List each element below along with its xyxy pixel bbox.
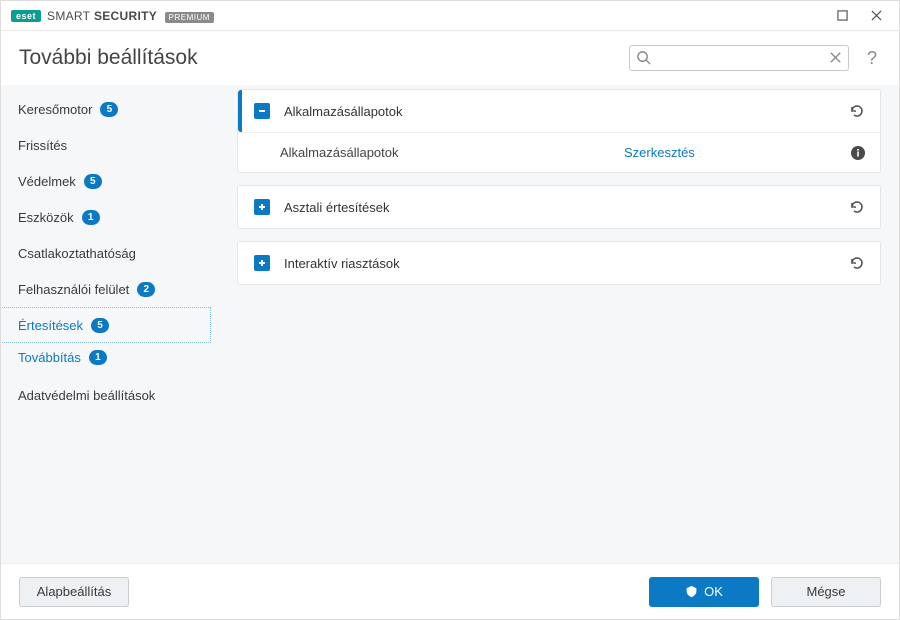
ok-label: OK — [704, 584, 723, 599]
badge: 5 — [84, 174, 102, 189]
expand-icon — [254, 255, 270, 271]
row-label: Alkalmazásállapotok — [280, 145, 610, 160]
brand: eset SMART SECURITY PREMIUM — [11, 9, 214, 23]
app-window: eset SMART SECURITY PREMIUM További beál… — [0, 0, 900, 620]
sidebar-item-label: Eszközök — [18, 210, 74, 225]
sidebar-item-tovabbitas[interactable]: Továbbítás 1 — [1, 343, 211, 371]
panel-title: Asztali értesítések — [284, 200, 834, 215]
ok-button[interactable]: OK — [649, 577, 759, 607]
sidebar-item-label: Adatvédelmi beállítások — [18, 388, 155, 403]
panel-row: Alkalmazásállapotok Szerkesztés — [238, 132, 880, 172]
undo-icon[interactable] — [848, 198, 866, 216]
window-maximize-button[interactable] — [825, 2, 859, 30]
collapse-icon — [254, 103, 270, 119]
window-close-button[interactable] — [859, 2, 893, 30]
help-button[interactable]: ? — [861, 48, 883, 69]
badge: 5 — [100, 102, 118, 117]
search-icon — [636, 50, 651, 65]
sidebar-item-frissites[interactable]: Frissítés — [1, 127, 211, 163]
titlebar: eset SMART SECURITY PREMIUM — [1, 1, 899, 31]
main-content: Alkalmazásállapotok Alkalmazásállapotok … — [219, 85, 899, 563]
expand-icon — [254, 199, 270, 215]
clear-search-icon[interactable] — [828, 50, 843, 65]
sidebar-item-label: Továbbítás — [18, 350, 81, 365]
panel-interaktiv-riasztasok: Interaktív riasztások — [237, 241, 881, 285]
panel-alkalmazasallapotok: Alkalmazásállapotok Alkalmazásállapotok … — [237, 89, 881, 173]
body: Keresőmotor 5 Frissítés Védelmek 5 Eszkö… — [1, 85, 899, 563]
sidebar-item-ertesitesek[interactable]: Értesítések 5 — [1, 307, 211, 343]
panel-header[interactable]: Alkalmazásállapotok — [238, 90, 880, 132]
panel-header[interactable]: Asztali értesítések — [238, 186, 880, 228]
sidebar-item-keresomotor[interactable]: Keresőmotor 5 — [1, 91, 211, 127]
page-title: További beállítások — [19, 46, 617, 70]
default-button[interactable]: Alapbeállítás — [19, 577, 129, 607]
sidebar-item-vedelmek[interactable]: Védelmek 5 — [1, 163, 211, 199]
badge: 1 — [89, 350, 107, 365]
sidebar-item-label: Értesítések — [18, 318, 83, 333]
undo-icon[interactable] — [848, 254, 866, 272]
sidebar-item-label: Frissítés — [18, 138, 67, 153]
badge: 2 — [137, 282, 155, 297]
brand-badge: eset — [11, 10, 41, 22]
panel-header[interactable]: Interaktív riasztások — [238, 242, 880, 284]
sidebar-item-label: Csatlakoztathatóság — [18, 246, 136, 261]
sidebar-item-eszkozok[interactable]: Eszközök 1 — [1, 199, 211, 235]
panel-title: Alkalmazásállapotok — [284, 104, 834, 119]
search-box — [629, 45, 849, 71]
header-row: További beállítások ? — [1, 31, 899, 85]
info-icon[interactable] — [850, 145, 866, 161]
undo-icon[interactable] — [848, 102, 866, 120]
sidebar-item-label: Keresőmotor — [18, 102, 92, 117]
brand-text: SMART SECURITY PREMIUM — [47, 9, 214, 23]
sidebar-item-label: Felhasználói felület — [18, 282, 129, 297]
panel-asztali-ertesitesek: Asztali értesítések — [237, 185, 881, 229]
sidebar-item-label: Védelmek — [18, 174, 76, 189]
badge: 5 — [91, 318, 109, 333]
sidebar-item-adatvedelmi[interactable]: Adatvédelmi beállítások — [1, 377, 211, 413]
footer: Alapbeállítás OK Mégse — [1, 563, 899, 619]
badge: 1 — [82, 210, 100, 225]
edit-link[interactable]: Szerkesztés — [624, 145, 836, 160]
cancel-button[interactable]: Mégse — [771, 577, 881, 607]
sidebar: Keresőmotor 5 Frissítés Védelmek 5 Eszkö… — [1, 85, 219, 563]
sidebar-item-felhasznaloi-felulet[interactable]: Felhasználói felület 2 — [1, 271, 211, 307]
search-input[interactable] — [629, 45, 849, 71]
sidebar-item-csatlakoztathatosag[interactable]: Csatlakoztathatóság — [1, 235, 211, 271]
panel-title: Interaktív riasztások — [284, 256, 834, 271]
